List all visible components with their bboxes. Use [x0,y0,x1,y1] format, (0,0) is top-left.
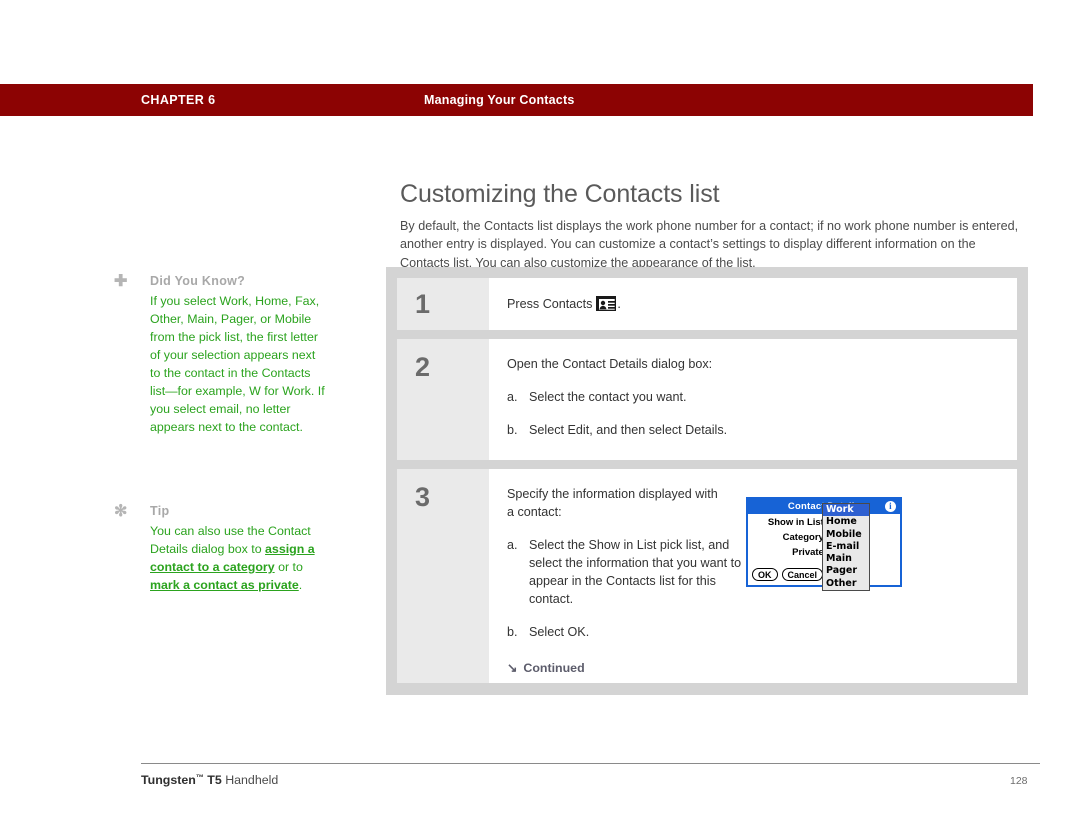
substep: b. Select Edit, and then select Details. [507,421,1003,439]
show-in-list-pick-list[interactable]: Work Home Mobile E-mail Main Pager Other [822,503,870,592]
substep-letter: b. [507,423,518,437]
document-page: CHAPTER 6 Managing Your Contacts Customi… [0,0,1080,834]
step-number: 2 [397,339,489,460]
substep-letter: b. [507,625,518,639]
continued-marker: ↘ Continued [507,659,1003,677]
pick-item-work[interactable]: Work [823,504,869,517]
footer-product-brand: Tungsten [141,773,196,787]
arrow-down-right-icon: ↘ [507,661,518,675]
step-item: 2 Open the Contact Details dialog box: a… [397,339,1017,460]
pick-item-pager[interactable]: Pager [823,565,869,577]
asterisk-icon: ✻ [114,503,128,520]
substep: b. Select OK. [507,623,1003,641]
step-body: Open the Contact Details dialog box: a. … [489,339,1017,460]
category-label: Category: [782,532,827,543]
step-3-lead-text: Specify the information displayed with a… [507,487,718,519]
chapter-label: CHAPTER 6 [141,93,216,107]
show-in-list-label: Show in List: [767,517,827,528]
steps-panel: 1 Press Contacts. 2 Open the Contact Det… [386,267,1028,695]
tip-title: Tip [150,504,170,518]
tip-body: You can also use the Contact Details dia… [150,522,326,594]
footer-divider [141,763,1040,764]
substep-text: Select Edit, and then select Details. [529,423,728,437]
footer-product: Tungsten™ T5 Handheld [141,773,278,787]
pick-item-mobile[interactable]: Mobile [823,529,869,541]
step-body: Press Contacts. [489,278,1017,330]
substep: a. Select the contact you want. [507,388,1003,406]
page-number: 128 [1010,775,1028,787]
section-title: Managing Your Contacts [424,93,575,107]
did-you-know-body: If you select Work, Home, Fax, Other, Ma… [150,294,325,434]
page-title: Customizing the Contacts list [400,179,720,208]
step-1-lead-suffix: . [617,297,621,311]
private-label: Private: [792,547,827,558]
substep-text: Select OK. [529,625,590,639]
continued-label: Continued [523,661,585,675]
step-number: 1 [397,278,489,330]
did-you-know-title: Did You Know? [150,274,246,288]
tip-text-3: . [298,578,303,592]
pick-item-email[interactable]: E-mail [823,541,869,553]
substep-letter: a. [507,390,518,404]
footer-product-type: Handheld [221,773,279,787]
footer-product-model: T5 [203,773,222,787]
ok-button[interactable]: OK [752,568,778,581]
substep-text: Select the Show in List pick list, and s… [529,538,742,606]
trademark-icon: ™ [195,773,204,782]
intro-paragraph: By default, the Contacts list displays t… [400,218,1019,270]
pick-item-main[interactable]: Main [823,553,869,565]
link-mark-contact-private[interactable]: mark a contact as private [150,578,299,592]
info-icon[interactable]: i [885,501,896,512]
contact-details-dialog-screenshot: Contact Details i Show in List: Category… [746,497,902,592]
pick-item-other[interactable]: Other [823,578,869,590]
plus-icon: ✚ [114,273,128,290]
cancel-button[interactable]: Cancel [781,568,824,581]
substep-text: Select the contact you want. [529,390,687,404]
tip-text-2: or to [274,560,303,574]
step-item: 3 Specify the information displayed with… [397,469,1017,683]
pick-item-home[interactable]: Home [823,516,869,528]
contacts-icon [596,295,617,312]
step-1-lead-text: Press Contacts [507,297,593,311]
step-2-lead-text: Open the Contact Details dialog box: [507,357,713,371]
step-number: 3 [397,469,489,683]
step-item: 1 Press Contacts. [397,278,1017,330]
substep-letter: a. [507,538,518,552]
